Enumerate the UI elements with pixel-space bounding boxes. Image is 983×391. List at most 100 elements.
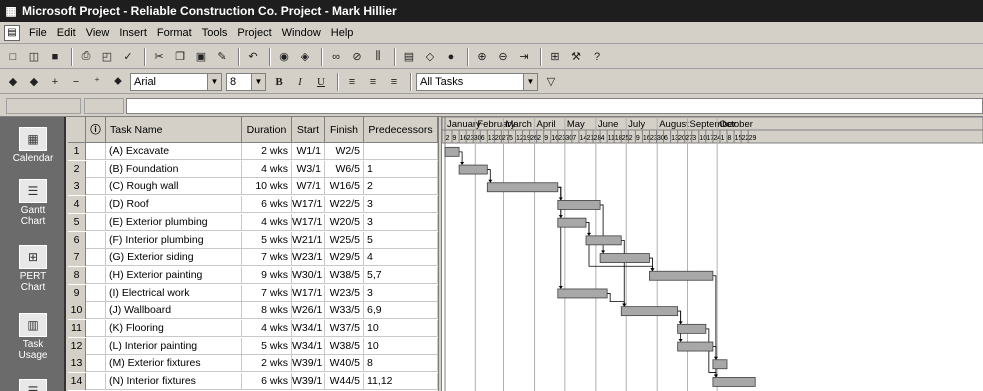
start-cell[interactable]: W34/1 [292,320,325,337]
task-name-cell[interactable]: (E) Exterior plumbing [106,213,242,231]
gantt-bar-4[interactable] [557,200,601,210]
indicator-cell[interactable] [86,373,106,391]
finish-cell[interactable]: W40/5 [325,355,364,373]
row-id-cell[interactable]: 1 [68,143,86,160]
menu-edit[interactable]: Edit [52,27,81,39]
gantt-bar-12[interactable] [677,341,714,352]
menu-tools[interactable]: Tools [197,27,233,39]
start-cell[interactable]: W7/1 [292,178,325,196]
table-row[interactable]: 6 (F) Interior plumbing 5 wks W21/1 W25/5 5 [68,231,438,249]
autofilter-icon[interactable]: ▽ [542,73,560,91]
assign-resources-icon-2[interactable]: ● [442,48,460,66]
predecessors-cell[interactable]: 3 [364,196,438,214]
task-name-cell[interactable]: (H) Exterior painting [106,266,242,284]
finish-cell[interactable]: W2/5 [325,143,364,160]
finish-cell[interactable]: W38/5 [325,266,364,284]
column-header-predecessors[interactable]: Predecessors [364,117,438,143]
open-icon[interactable]: ◫ [25,48,43,66]
column-header-task-name[interactable]: Task Name [106,117,242,143]
font-dropdown[interactable]: Arial ▼ [130,72,222,91]
bold-icon[interactable]: B [270,73,288,91]
indicator-cell[interactable] [86,143,106,160]
table-row[interactable]: 2 (B) Foundation 4 wks W3/1 W6/5 1 [68,160,438,178]
indicator-cell[interactable] [86,266,106,284]
table-row[interactable]: 3 (C) Rough wall 10 wks W7/1 W16/5 2 [68,178,438,196]
align-center-icon[interactable]: ≡ [364,73,382,91]
select-all-corner[interactable] [68,117,86,143]
table-row[interactable]: 13 (M) Exterior fixtures 2 wks W39/1 W40/5 8 [68,355,438,373]
indicator-cell[interactable] [86,249,106,267]
predecessors-cell[interactable]: 10 [364,320,438,337]
row-id-cell[interactable]: 2 [68,160,86,178]
duration-cell[interactable]: 9 wks [242,266,292,284]
gantt-wizard-icon[interactable]: ⚒ [567,48,585,66]
filter-dropdown[interactable]: All Tasks ▼ [416,72,538,91]
finish-cell[interactable]: W38/5 [325,337,364,355]
finish-cell[interactable]: W23/5 [325,284,364,302]
column-header-duration[interactable]: Duration [242,117,292,143]
assign-icon[interactable]: ⬥ [109,73,127,91]
finish-cell[interactable]: W37/5 [325,320,364,337]
gantt-bar-9[interactable] [557,288,608,299]
table-row[interactable]: 11 (K) Flooring 4 wks W34/1 W37/5 10 [68,320,438,337]
table-row[interactable]: 7 (G) Exterior siding 7 wks W23/1 W29/5 4 [68,249,438,267]
split-task-icon[interactable]: ⫼ [369,48,387,66]
menu-file[interactable]: File [24,27,52,39]
view-pert-chart[interactable]: ⊞ PERT Chart [0,245,66,293]
start-cell[interactable]: W21/1 [292,231,325,249]
font-size-dropdown[interactable]: 8 ▼ [226,72,266,91]
row-id-cell[interactable]: 3 [68,178,86,196]
print-icon[interactable]: ⎙ [77,48,95,66]
document-icon[interactable]: ▤ [4,24,20,41]
paste-icon[interactable]: ▣ [192,48,210,66]
table-row[interactable]: 8 (H) Exterior painting 9 wks W30/1 W38/5 5,7 [68,266,438,284]
task-name-cell[interactable]: (I) Electrical work [106,284,242,302]
task-name-cell[interactable]: (F) Interior plumbing [106,231,242,249]
unlink-tasks-icon[interactable]: ⊘ [348,48,366,66]
menu-project[interactable]: Project [232,27,276,39]
start-cell[interactable]: W39/1 [292,373,325,391]
predecessors-cell[interactable]: 11,12 [364,373,438,391]
assign-resources-icon[interactable]: ◈ [296,48,314,66]
row-id-cell[interactable]: 4 [68,196,86,214]
indent-icon[interactable]: ◆ [25,73,43,91]
row-id-cell[interactable]: 13 [68,355,86,373]
new-icon[interactable]: □ [4,48,22,66]
print-preview-icon[interactable]: ◰ [98,48,116,66]
predecessors-cell[interactable]: 1 [364,160,438,178]
menu-window[interactable]: Window [277,27,326,39]
task-notes-icon[interactable]: ◇ [421,48,439,66]
duration-cell[interactable]: 5 wks [242,231,292,249]
entry-field[interactable] [126,98,983,114]
show-icon[interactable]: ⁺ [88,73,106,91]
copy-picture-icon[interactable]: ⊞ [546,48,564,66]
task-name-cell[interactable]: (A) Excavate [106,143,242,160]
table-row[interactable]: 10 (J) Wallboard 8 wks W26/1 W33/5 6,9 [68,302,438,320]
zoom-out-icon[interactable]: ⊖ [494,48,512,66]
task-name-cell[interactable]: (L) Interior painting [106,337,242,355]
duration-cell[interactable]: 7 wks [242,249,292,267]
link-tasks-icon[interactable]: ∞ [327,48,345,66]
gantt-bar-11[interactable] [677,323,707,334]
column-header-indicators[interactable]: ⓘ [86,117,106,143]
indicator-cell[interactable] [86,196,106,214]
predecessors-cell[interactable]: 6,9 [364,302,438,320]
predecessors-cell[interactable]: 3 [364,284,438,302]
predecessors-cell[interactable]: 2 [364,178,438,196]
duration-cell[interactable]: 6 wks [242,196,292,214]
help-icon[interactable]: ? [588,48,606,66]
duration-cell[interactable]: 10 wks [242,178,292,196]
start-cell[interactable]: W30/1 [292,266,325,284]
gantt-bar-6[interactable] [585,235,622,246]
start-cell[interactable]: W17/1 [292,196,325,214]
table-row[interactable]: 14 (N) Interior fixtures 6 wks W39/1 W44/5 11… [68,373,438,391]
show-subtasks-icon[interactable]: + [46,73,64,91]
task-name-cell[interactable]: (K) Flooring [106,320,242,337]
task-name-cell[interactable]: (N) Interior fixtures [106,373,242,391]
duration-cell[interactable]: 6 wks [242,373,292,391]
task-name-cell[interactable]: (D) Roof [106,196,242,214]
duration-cell[interactable]: 2 wks [242,143,292,160]
finish-cell[interactable]: W16/5 [325,178,364,196]
row-id-cell[interactable]: 11 [68,320,86,337]
start-cell[interactable]: W39/1 [292,355,325,373]
